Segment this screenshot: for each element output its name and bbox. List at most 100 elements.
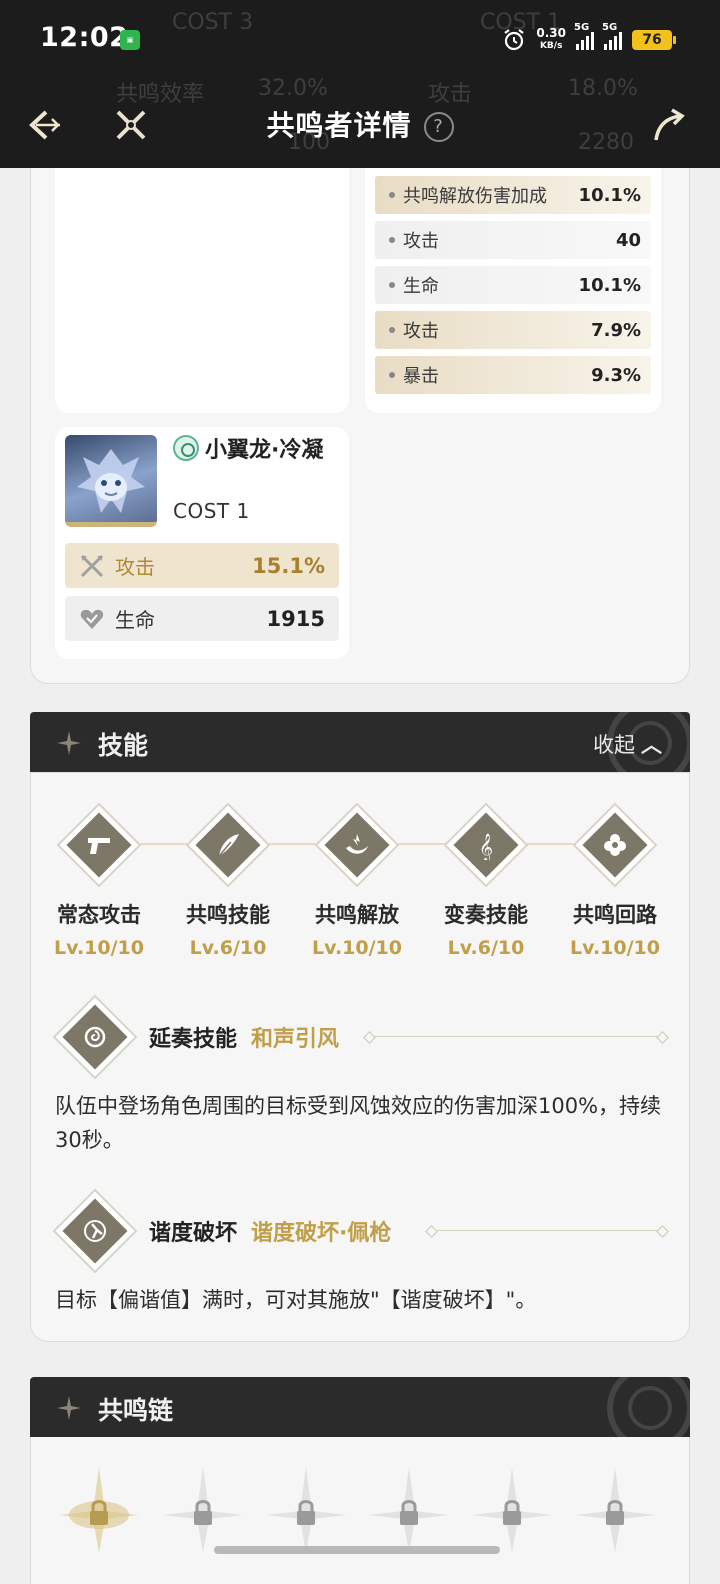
divider-line <box>371 1036 661 1037</box>
signal-icon-2: 5G <box>602 22 622 50</box>
sonata-effect-icon <box>173 435 199 461</box>
alarm-icon <box>504 29 525 51</box>
skills-title: 技能 <box>98 731 149 760</box>
outro-description: 队伍中登场角色周围的目标受到风蚀效应的伤害加深100%，持续30秒。 <box>55 1094 662 1152</box>
outro-skill: 延奏技能 和声引风 队伍中登场角色周围的目标受到风蚀效应的伤害加深100%，持续3… <box>52 994 669 1165</box>
outro-name: 和声引风 <box>251 1027 340 1052</box>
skill-intro[interactable]: 𝄞 变奏技能 Lv.6/10 <box>430 802 542 959</box>
treble-clef-icon: 𝄞 <box>479 833 493 860</box>
chain-node-6[interactable] <box>573 1465 657 1555</box>
sub-stat-name: 生命 <box>115 608 155 632</box>
skills-panel: 常态攻击 Lv.10/10 共鸣技能 Lv.6/10 共鸣解放 Lv.10/10… <box>30 772 690 1342</box>
header-pattern-icon <box>607 1377 690 1439</box>
skill-normal-attack[interactable]: 常态攻击 Lv.10/10 <box>43 802 155 959</box>
chain-section-header: 共鸣链 <box>30 1377 690 1439</box>
sub-stat-value: 1915 <box>266 606 325 631</box>
net1-label: 5G <box>574 22 590 33</box>
chevron-up-icon: ︿ <box>641 733 662 757</box>
wind-swirl-icon <box>346 834 368 854</box>
skill-level: Lv.10/10 <box>54 937 144 959</box>
chain-node-2[interactable] <box>161 1465 245 1555</box>
skill-name: 共鸣技能 <box>186 903 270 927</box>
substat-value: 10.1% <box>578 274 641 296</box>
substat-value: 10.1% <box>578 184 641 206</box>
top-bar: COST 3 COST 1 共鸣效率 32.0% 攻击 18.0% 100 22… <box>0 0 720 168</box>
speed-value: 0.30 <box>536 26 566 40</box>
spiral-emblem-icon <box>84 1026 106 1048</box>
collapse-button[interactable]: 收起 ︿ <box>593 729 662 759</box>
outro-title: 延奏技能 和声引风 <box>149 1021 339 1053</box>
echo-card[interactable]: 小翼龙·冷凝 COST 1 攻击 15.1% 生命 1915 <box>55 427 349 659</box>
skill-name: 共鸣解放 <box>315 903 399 927</box>
skill-name: 共鸣回路 <box>573 903 657 927</box>
status-time: 12:02 <box>40 22 129 53</box>
flower-icon <box>604 834 626 856</box>
status-bar: 12:02 ▣ 0.30 KB/s 5G 5G 76 <box>0 0 720 78</box>
tune-break-skill: 谐度破坏 谐度破坏·佩枪 目标【偏谐值】满时，可对其施放"【谐度破坏】"。 <box>52 1188 669 1329</box>
net2-label: 5G <box>602 22 618 33</box>
substat-name: 攻击 <box>403 321 439 342</box>
skills-section-header: 技能 收起 ︿ <box>30 712 690 774</box>
break-type: 谐度破坏 <box>149 1221 238 1246</box>
nav-bar: 共鸣者详情? <box>0 80 720 168</box>
battery-indicator: 76 <box>632 30 676 50</box>
skill-level: Lv.10/10 <box>570 937 660 959</box>
collapse-label: 收起 <box>593 733 635 757</box>
skill-name: 常态攻击 <box>57 903 141 927</box>
chain-node-1[interactable] <box>57 1465 141 1555</box>
divider-line <box>433 1230 661 1231</box>
substat-value: 9.3% <box>591 364 641 386</box>
echo-avatar <box>65 435 157 527</box>
help-icon[interactable]: ? <box>423 112 454 142</box>
break-name: 谐度破坏·佩枪 <box>251 1221 392 1246</box>
echo-name: 小翼龙·冷凝 <box>173 435 341 466</box>
echo-card-left-partial <box>55 167 349 413</box>
speed-unit: KB/s <box>539 41 563 51</box>
sub-stat-row: 生命 1915 <box>65 596 339 641</box>
sparkle-icon <box>57 731 81 755</box>
chain-node-5[interactable] <box>470 1465 554 1555</box>
share-arrow-icon[interactable] <box>648 104 690 146</box>
heart-icon <box>80 609 104 629</box>
status-icons: 0.30 KB/s 5G 5G 76 <box>502 22 676 56</box>
sparkle-icon <box>57 1396 81 1420</box>
skill-forte-circuit[interactable]: 共鸣回路 Lv.10/10 <box>559 802 671 959</box>
skill-level: Lv.6/10 <box>189 937 267 959</box>
substat-value: 7.9% <box>591 319 641 341</box>
dragon-portrait-icon <box>77 449 145 513</box>
network-speed: 0.30 KB/s <box>536 27 566 53</box>
chain-node-3[interactable] <box>264 1465 348 1555</box>
substat-name: 共鸣解放伤害加成 <box>403 186 547 207</box>
chain-node-4[interactable] <box>367 1465 451 1555</box>
substat-row: 攻击 40 <box>375 221 651 259</box>
pistol-icon <box>88 838 110 854</box>
substat-name: 暴击 <box>403 366 439 387</box>
echo-cost: COST 1 <box>173 499 250 523</box>
bullet-dot-icon <box>389 192 395 198</box>
echo-name-text: 小翼龙·冷凝 <box>205 438 324 463</box>
substat-name: 生命 <box>403 276 439 297</box>
substat-row: 生命 10.1% <box>375 266 651 304</box>
skill-resonance-liberation[interactable]: 共鸣解放 Lv.10/10 <box>301 802 413 959</box>
sword-icon <box>80 554 104 577</box>
bullet-dot-icon <box>389 237 395 243</box>
page-title-text: 共鸣者详情 <box>266 109 412 142</box>
chain-panel <box>30 1437 690 1584</box>
substat-name: 攻击 <box>403 231 439 252</box>
skill-resonance-skill[interactable]: 共鸣技能 Lv.6/10 <box>172 802 284 959</box>
bullet-dot-icon <box>389 282 395 288</box>
bullet-dot-icon <box>389 372 395 378</box>
main-stat-name: 攻击 <box>115 555 155 579</box>
substat-row: 暴击 9.3% <box>375 356 651 394</box>
main-stat-row: 攻击 15.1% <box>65 543 339 588</box>
home-indicator[interactable] <box>214 1546 500 1554</box>
chain-title: 共鸣链 <box>98 1396 174 1425</box>
echo-panel: 共鸣解放伤害加成 10.1% 攻击 40 生命 10.1% 攻击 7.9% 暴击 9.3% 小翼龙… <box>30 166 690 684</box>
echo-card-right-partial: 共鸣解放伤害加成 10.1% 攻击 40 生命 10.1% 攻击 7.9% 暴击 9.3% <box>365 167 661 413</box>
main-stat-value: 15.1% <box>252 553 325 578</box>
bullet-dot-icon <box>389 327 395 333</box>
outro-type: 延奏技能 <box>149 1027 238 1052</box>
signal-icon-1: 5G <box>574 22 594 50</box>
svg-text:𝄞: 𝄞 <box>479 833 493 860</box>
substat-row: 攻击 7.9% <box>375 311 651 349</box>
